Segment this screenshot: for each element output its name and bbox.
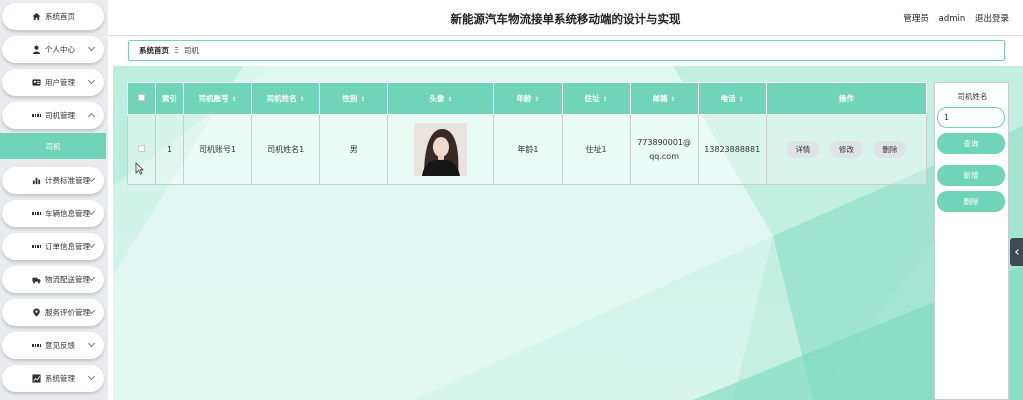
column-header-name[interactable]: 司机姓名 ⇕ <box>251 82 321 115</box>
select-all-checkbox-cell[interactable] <box>126 82 157 115</box>
sidebar-item-billing[interactable]: 计费标准管理 <box>2 167 104 194</box>
sort-icon[interactable]: ⇕ <box>603 96 608 103</box>
sidebar-item-label: 物流配送管理 <box>45 275 90 284</box>
bar-chart-icon <box>32 176 41 185</box>
cell-actions: 详情 修改 删除 <box>765 114 928 185</box>
mouse-cursor-icon <box>135 162 144 175</box>
cell-account: 司机账号1 <box>183 114 253 185</box>
sidebar-item-label: 系统首页 <box>45 12 75 21</box>
table-header-row: 索引 司机账号 ⇕ 司机姓名 ⇕ 性别 ⇕ 头像 ⇕ 年龄 ⇕ 住址 ⇕ 邮箱 ⇕ 电话 ⇕ 操… <box>126 82 928 115</box>
chevron-up-icon <box>87 112 96 121</box>
column-header-address[interactable]: 住址 ⇕ <box>561 82 631 115</box>
edit-button[interactable]: 修改 <box>829 141 863 158</box>
driver-table: 索引 司机账号 ⇕ 司机姓名 ⇕ 性别 ⇕ 头像 ⇕ 年龄 ⇕ 住址 ⇕ 邮箱 ⇕ 电话 ⇕ 操… <box>126 82 928 185</box>
select-all-checkbox[interactable] <box>138 94 146 101</box>
sort-icon[interactable]: ⇕ <box>671 96 676 103</box>
username: admin <box>938 14 966 24</box>
location-icon <box>32 308 41 317</box>
cell-gender: 男 <box>319 114 389 185</box>
sidebar: 系统首页 个人中心 用户管理 司机管理 司机 计费标准管理 车辆信息管理 订单信 <box>0 0 108 400</box>
cell-address: 住址1 <box>561 114 631 185</box>
batch-delete-button[interactable]: 删除 <box>937 191 1005 212</box>
delete-row-button[interactable]: 删除 <box>873 141 907 158</box>
sidebar-subitem-drivers[interactable]: 司机 <box>0 133 106 159</box>
sidebar-item-label: 订单信息管理 <box>45 242 90 251</box>
breadcrumb: 系统首页 Ξ 司机 <box>128 40 1005 61</box>
truck-icon <box>32 275 41 284</box>
sidebar-item-home[interactable]: 系统首页 <box>2 3 104 30</box>
main-content: 索引 司机账号 ⇕ 司机姓名 ⇕ 性别 ⇕ 头像 ⇕ 年龄 ⇕ 住址 ⇕ 邮箱 ⇕ 电话 ⇕ 操… <box>113 66 1023 400</box>
column-header-age[interactable]: 年龄 ⇕ <box>493 82 563 115</box>
detail-button[interactable]: 详情 <box>786 141 820 158</box>
grid-icon <box>32 111 41 120</box>
column-header-index: 索引 <box>155 82 185 115</box>
search-button[interactable]: 查询 <box>937 133 1005 154</box>
breadcrumb-home[interactable]: 系统首页 <box>139 45 169 56</box>
logout-link[interactable]: 退出登录 <box>975 14 1009 24</box>
search-panel: 司机姓名 1 查询 新增 删除 <box>934 82 1009 400</box>
chevron-down-icon <box>87 339 96 348</box>
grid-icon <box>32 209 41 218</box>
grid-icon <box>32 242 41 251</box>
cell-email: 773890001@qq.com <box>629 114 699 185</box>
sidebar-item-label: 服务评价管理 <box>45 308 90 317</box>
sort-icon[interactable]: ⇕ <box>739 96 744 103</box>
sidebar-item-label: 司机管理 <box>45 111 75 120</box>
breadcrumb-separator: Ξ <box>174 46 179 55</box>
table-row: 1 司机账号1 司机姓名1 男 年龄1 住址1 773890001@qq.com… <box>126 114 928 185</box>
sidebar-item-profile[interactable]: 个人中心 <box>2 36 104 63</box>
search-input[interactable]: 1 <box>937 107 1005 128</box>
grid-icon <box>32 341 41 350</box>
cell-name: 司机姓名1 <box>251 114 321 185</box>
column-header-phone[interactable]: 电话 ⇕ <box>697 82 767 115</box>
sidebar-item-drivers[interactable]: 司机管理 <box>2 102 104 129</box>
cell-phone: 13823888881 <box>697 114 767 185</box>
chevron-left-icon <box>1014 249 1021 255</box>
sidebar-item-feedback[interactable]: 意见反馈 <box>2 332 104 359</box>
column-header-avatar[interactable]: 头像 ⇕ <box>387 82 495 115</box>
sidebar-item-label: 系统管理 <box>45 374 75 383</box>
cell-avatar <box>387 114 495 185</box>
column-header-email[interactable]: 邮箱 ⇕ <box>629 82 699 115</box>
chart-box-icon <box>32 374 41 383</box>
collapse-panel-toggle[interactable] <box>1010 238 1023 266</box>
sidebar-item-reviews[interactable]: 服务评价管理 <box>2 299 104 326</box>
cell-index: 1 <box>155 114 185 185</box>
sidebar-item-label: 车辆信息管理 <box>45 209 90 218</box>
sidebar-item-vehicles[interactable]: 车辆信息管理 <box>2 200 104 227</box>
sidebar-item-system[interactable]: 系统管理 <box>2 365 104 392</box>
chevron-down-icon <box>87 76 96 85</box>
user-info: 管理员 admin 退出登录 <box>903 12 1009 24</box>
sidebar-item-label: 计费标准管理 <box>45 176 90 185</box>
sort-icon[interactable]: ⇕ <box>447 96 452 103</box>
person-icon <box>32 45 41 54</box>
sort-icon[interactable]: ⇕ <box>360 96 365 103</box>
sidebar-item-label: 用户管理 <box>45 78 75 87</box>
sidebar-item-delivery[interactable]: 物流配送管理 <box>2 266 104 293</box>
column-header-account[interactable]: 司机账号 ⇕ <box>183 82 253 115</box>
avatar <box>414 123 468 176</box>
home-icon <box>32 12 41 21</box>
sidebar-item-label: 意见反馈 <box>45 341 75 350</box>
top-header: 新能源汽车物流接单系统移动端的设计与实现 管理员 admin 退出登录 <box>108 0 1023 36</box>
sidebar-item-label: 个人中心 <box>45 45 75 54</box>
chevron-down-icon <box>87 372 96 381</box>
sort-icon[interactable]: ⇕ <box>534 96 539 103</box>
row-checkbox[interactable] <box>138 145 146 152</box>
page-title: 新能源汽车物流接单系统移动端的设计与实现 <box>450 12 681 26</box>
chevron-down-icon <box>87 43 96 52</box>
user-role: 管理员 <box>903 14 929 24</box>
search-label: 司机姓名 <box>957 92 988 101</box>
sidebar-item-users[interactable]: 用户管理 <box>2 69 104 96</box>
sort-icon[interactable]: ⇕ <box>232 96 237 103</box>
add-button[interactable]: 新增 <box>937 165 1005 186</box>
breadcrumb-current: 司机 <box>183 46 199 55</box>
sidebar-item-orders[interactable]: 订单信息管理 <box>2 233 104 260</box>
cell-age: 年龄1 <box>493 114 563 185</box>
column-header-actions: 操作 <box>765 82 928 115</box>
column-header-gender[interactable]: 性别 ⇕ <box>319 82 389 115</box>
user-card-icon <box>32 78 41 87</box>
sort-icon[interactable]: ⇕ <box>300 96 305 103</box>
